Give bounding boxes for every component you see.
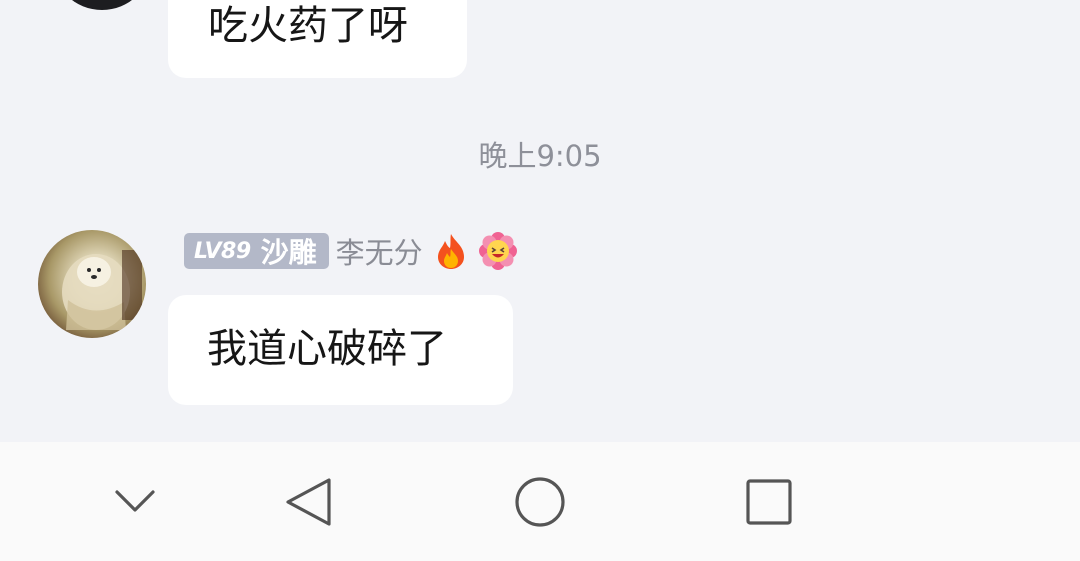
laughing-flower-emoji-icon xyxy=(478,232,517,270)
home-button[interactable] xyxy=(495,442,585,561)
level-number: LV89 xyxy=(194,238,251,264)
fire-emoji-icon xyxy=(433,232,469,270)
message-text: 我道心破碎了 xyxy=(207,326,447,372)
back-triangle-icon xyxy=(286,478,331,526)
avatar[interactable] xyxy=(38,230,146,338)
chevron-down-icon xyxy=(115,490,155,512)
collapse-button[interactable] xyxy=(90,442,180,561)
home-circle-icon xyxy=(515,477,565,527)
chat-area: 吃火药了呀 晚上9:05 LV89 沙雕 李无分 我道心破碎了 xyxy=(0,0,1080,442)
message-text-previous: 吃火药了呀 xyxy=(208,3,408,49)
back-button[interactable] xyxy=(264,442,354,561)
level-badge: LV89 沙雕 xyxy=(184,233,329,269)
avatar-dog-image xyxy=(62,250,142,330)
sender-name[interactable]: 李无分 xyxy=(336,230,423,272)
sender-row: LV89 沙雕 李无分 xyxy=(184,230,517,272)
level-title: 沙雕 xyxy=(260,236,317,269)
time-divider: 晚上9:05 xyxy=(478,139,602,173)
message-bubble-previous[interactable]: 吃火药了呀 xyxy=(168,0,467,78)
recents-square-icon xyxy=(746,479,792,525)
navigation-bar xyxy=(0,442,1080,561)
avatar-previous-sender[interactable] xyxy=(52,0,152,10)
recents-button[interactable] xyxy=(724,442,814,561)
message-bubble[interactable]: 我道心破碎了 xyxy=(168,295,513,405)
